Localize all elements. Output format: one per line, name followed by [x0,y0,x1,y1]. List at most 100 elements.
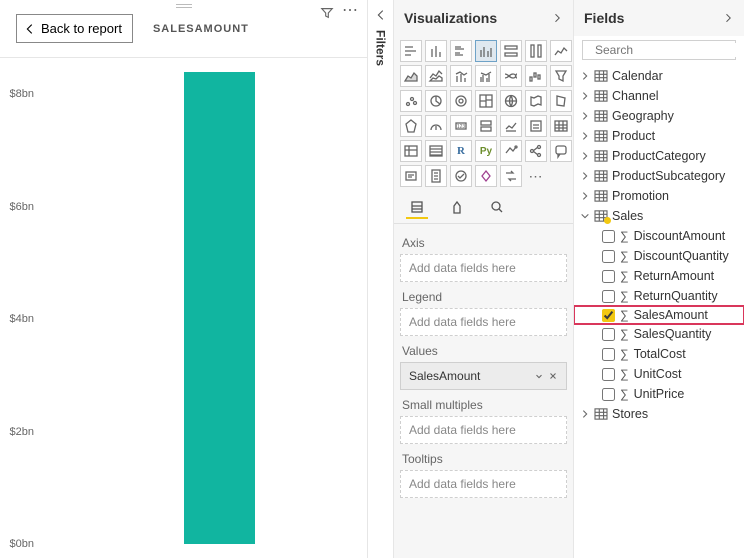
power-automate-icon[interactable] [500,165,522,187]
field-checkbox[interactable] [602,348,615,361]
sigma-icon: ∑ [620,347,629,361]
waterfall-icon[interactable] [525,65,547,87]
filter-icon[interactable] [320,6,334,23]
visual-title: SALESAMOUNT [153,23,249,35]
y-axis: $0bn$2bn$4bn$6bn$8bn [0,72,36,544]
bar[interactable] [184,72,255,544]
fields-search[interactable] [582,40,736,60]
chevron-right-icon[interactable] [551,12,563,24]
field-item-unitcost[interactable]: ∑UnitCost [574,364,744,384]
format-tab[interactable] [446,197,468,219]
stacked-area-icon[interactable] [425,65,447,87]
donut-icon[interactable] [450,90,472,112]
field-checkbox[interactable] [602,230,615,243]
table-visual-icon[interactable] [425,140,447,162]
table-item-calendar[interactable]: Calendar [574,66,744,86]
stacked-column-icon[interactable] [425,40,447,62]
table-item-productsubcategory[interactable]: ProductSubcategory [574,166,744,186]
arcgis-icon[interactable] [450,165,472,187]
tooltips-well[interactable]: Add data fields here [400,470,567,498]
key-influencers-icon[interactable] [500,140,522,162]
y-tick-label: $0bn [10,538,36,550]
multi-row-card-icon[interactable] [475,115,497,137]
chevron-right-icon[interactable] [722,12,734,24]
field-checkbox[interactable] [602,309,615,322]
decomposition-tree-icon[interactable] [525,140,547,162]
fields-tab[interactable] [406,197,428,219]
smart-narrative-icon[interactable] [400,165,422,187]
fields-search-input[interactable] [595,43,744,57]
pie-icon[interactable] [425,90,447,112]
field-item-returnamount[interactable]: ∑ReturnAmount [574,266,744,286]
stacked-column-100-icon[interactable] [525,40,547,62]
analytics-tab[interactable] [486,197,508,219]
field-label: DiscountAmount [634,229,726,243]
field-checkbox[interactable] [602,368,615,381]
gauge-icon[interactable] [425,115,447,137]
field-checkbox[interactable] [602,328,615,341]
line-clustered-column-icon[interactable] [475,65,497,87]
values-well[interactable]: SalesAmount [400,362,567,390]
table-item-promotion[interactable]: Promotion [574,186,744,206]
clustered-bar-icon[interactable] [450,40,472,62]
table-item-sales[interactable]: Sales [574,206,744,226]
field-checkbox[interactable] [602,290,615,303]
filters-pane-collapsed[interactable]: Filters [368,0,394,558]
clustered-column-icon[interactable] [475,40,497,62]
table-icon[interactable] [550,115,572,137]
axis-well[interactable]: Add data fields here [400,254,567,282]
map-icon[interactable] [500,90,522,112]
field-item-totalcost[interactable]: ∑TotalCost [574,344,744,364]
get-more-visuals-icon[interactable]: ⋯ [525,165,547,187]
small-multiples-well[interactable]: Add data fields here [400,416,567,444]
remove-field-icon[interactable] [548,371,558,381]
field-item-discountamount[interactable]: ∑DiscountAmount [574,226,744,246]
paginated-report-icon[interactable] [425,165,447,187]
qa-visual-icon[interactable] [550,140,572,162]
funnel-icon[interactable] [550,65,572,87]
treemap-icon[interactable] [475,90,497,112]
table-item-geography[interactable]: Geography [574,106,744,126]
field-item-unitprice[interactable]: ∑UnitPrice [574,384,744,404]
field-item-salesquantity[interactable]: ∑SalesQuantity [574,324,744,344]
table-item-product[interactable]: Product [574,126,744,146]
scatter-icon[interactable] [400,90,422,112]
area-chart-icon[interactable] [400,65,422,87]
azure-map-icon[interactable] [400,115,422,137]
sigma-icon: ∑ [620,289,629,303]
drag-grip-icon[interactable] [176,4,192,8]
plot-area [40,72,361,544]
stacked-bar-icon[interactable] [400,40,422,62]
chevron-down-icon[interactable] [534,371,544,381]
back-label: Back to report [41,21,122,36]
ribbon-chart-icon[interactable] [500,65,522,87]
field-item-returnquantity[interactable]: ∑ReturnQuantity [574,286,744,306]
back-to-report-button[interactable]: Back to report [16,14,133,43]
filled-map-icon[interactable] [525,90,547,112]
field-item-salesamount[interactable]: ∑SalesAmount [574,306,744,324]
line-chart-icon[interactable] [550,40,572,62]
field-checkbox[interactable] [602,270,615,283]
field-item-discountquantity[interactable]: ∑DiscountQuantity [574,246,744,266]
table-item-channel[interactable]: Channel [574,86,744,106]
stacked-bar-100-icon[interactable] [500,40,522,62]
field-checkbox[interactable] [602,388,615,401]
shape-map-icon[interactable] [550,90,572,112]
legend-well[interactable]: Add data fields here [400,308,567,336]
fields-title: Fields [584,10,624,26]
power-apps-icon[interactable] [475,165,497,187]
line-column-icon[interactable] [450,65,472,87]
field-wells: Axis Add data fields here Legend Add dat… [394,224,573,558]
field-label: UnitPrice [634,387,685,401]
python-visual-icon[interactable]: Py [475,140,497,162]
r-visual-icon[interactable]: R [450,140,472,162]
more-options-icon[interactable]: ⋯ [342,6,359,23]
kpi-icon[interactable] [500,115,522,137]
matrix-icon[interactable] [400,140,422,162]
filters-label: Filters [374,30,388,66]
field-checkbox[interactable] [602,250,615,263]
card-icon[interactable]: 123 [450,115,472,137]
slicer-icon[interactable] [525,115,547,137]
table-item-stores[interactable]: Stores [574,404,744,424]
table-item-productcategory[interactable]: ProductCategory [574,146,744,166]
